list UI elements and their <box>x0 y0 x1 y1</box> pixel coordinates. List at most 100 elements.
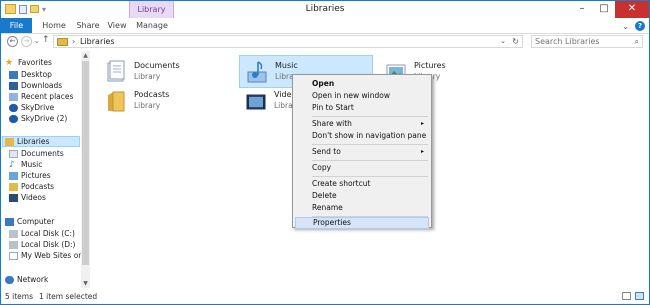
nav-item-skydrive-2[interactable]: SkyDrive (2) <box>9 113 67 124</box>
menu-item-send-to[interactable]: Send to ▸ <box>295 146 429 158</box>
app-folder-icon[interactable] <box>5 4 16 14</box>
nav-item-recent-places[interactable]: Recent places <box>9 91 73 102</box>
menu-item-delete[interactable]: Delete <box>295 190 429 202</box>
menu-item-pin-to-start[interactable]: Pin to Start <box>295 102 429 114</box>
menu-item-create-shortcut[interactable]: Create shortcut <box>295 178 429 190</box>
properties-quick-icon[interactable] <box>19 4 27 14</box>
network-icon <box>5 275 14 284</box>
scroll-up-icon[interactable]: ▲ <box>81 51 90 60</box>
library-type: Library <box>134 72 161 81</box>
address-dropdown-icon[interactable]: ⌄ <box>500 36 506 47</box>
nav-scrollbar[interactable]: ▲ ▼ <box>81 51 90 288</box>
menu-item-open[interactable]: Open <box>295 78 429 90</box>
desktop-icon <box>9 70 18 79</box>
breadcrumb-separator-icon[interactable]: › <box>72 36 75 47</box>
tab-file[interactable]: File <box>1 18 32 33</box>
address-row: ← → ⌄ ↑ › Libraries ⌄ ↻ ⌕ <box>1 34 649 49</box>
expand-ribbon-icon[interactable]: ⌄ <box>622 22 629 31</box>
status-item-count: 5 items <box>5 292 34 301</box>
web-folder-icon <box>9 251 18 260</box>
context-menu: Open Open in new window Pin to Start Sha… <box>292 74 432 229</box>
details-view-icon[interactable] <box>622 292 631 300</box>
videos-library-icon <box>246 94 266 110</box>
up-button[interactable]: ↑ <box>42 35 50 45</box>
nav-item-pictures[interactable]: Pictures <box>9 170 51 181</box>
back-button[interactable]: ← <box>7 36 18 47</box>
libraries-folder-icon <box>57 38 68 46</box>
help-icon[interactable]: ? <box>635 21 645 31</box>
podcasts-icon <box>9 182 18 191</box>
title-bar: ▾ Library Tools Libraries – □ ✕ <box>1 1 649 31</box>
downloads-icon <box>9 81 18 90</box>
breadcrumb-libraries[interactable]: Libraries <box>80 36 115 47</box>
scroll-thumb[interactable] <box>82 61 89 265</box>
minimize-button[interactable]: – <box>571 1 593 18</box>
nav-item-desktop[interactable]: Desktop <box>9 69 52 80</box>
menu-separator <box>312 144 428 145</box>
library-podcasts[interactable]: Podcasts Library <box>99 85 233 118</box>
status-bar: 5 items 1 item selected <box>1 289 649 304</box>
recent-locations-icon[interactable]: ⌄ <box>34 37 40 45</box>
nav-item-local-disk-d[interactable]: Local Disk (D:) <box>9 239 75 250</box>
drive-icon <box>9 240 18 249</box>
search-input[interactable] <box>532 36 627 47</box>
large-icons-view-icon[interactable] <box>635 292 644 300</box>
nav-item-podcasts[interactable]: Podcasts <box>9 181 54 192</box>
view-switcher <box>622 292 644 300</box>
customize-toolbar-icon[interactable]: ▾ <box>42 5 46 14</box>
nav-item-skydrive[interactable]: SkyDrive <box>9 102 54 113</box>
nav-item-network[interactable]: Network <box>5 274 48 285</box>
menu-item-properties[interactable]: Properties <box>295 217 429 229</box>
scroll-down-icon[interactable]: ▼ <box>81 279 90 288</box>
cloud-icon <box>9 103 18 112</box>
library-type: Library <box>134 101 161 110</box>
tab-manage[interactable]: Manage <box>132 18 172 33</box>
address-bar[interactable]: › Libraries ⌄ ↻ <box>53 35 523 48</box>
menu-item-rename[interactable]: Rename <box>295 202 429 214</box>
pictures-icon <box>9 171 18 180</box>
nav-item-favorites[interactable]: ★ Favorites <box>5 57 52 68</box>
search-box[interactable]: ⌕ <box>531 35 643 48</box>
libraries-icon <box>5 137 14 146</box>
library-name: Podcasts <box>134 90 170 99</box>
tab-home[interactable]: Home <box>39 18 69 33</box>
navigation-pane: ★ Favorites Desktop Downloads Recent pla… <box>1 51 93 288</box>
library-name: Documents <box>134 61 180 70</box>
tab-view[interactable]: View <box>104 18 130 33</box>
library-tools-context-tab: Library Tools <box>129 1 174 31</box>
close-button[interactable]: ✕ <box>615 1 649 18</box>
menu-separator <box>312 116 428 117</box>
menu-item-copy[interactable]: Copy <box>295 162 429 174</box>
nav-item-computer[interactable]: Computer <box>5 216 54 227</box>
tab-share[interactable]: Share <box>73 18 103 33</box>
search-icon[interactable]: ⌕ <box>635 36 639 47</box>
computer-icon <box>5 217 14 226</box>
menu-item-open-new-window[interactable]: Open in new window <box>295 90 429 102</box>
new-folder-quick-icon[interactable] <box>30 5 39 13</box>
star-icon: ★ <box>5 57 14 68</box>
forward-button[interactable]: → <box>21 36 32 47</box>
cloud-icon <box>9 114 18 123</box>
explorer-window: ▾ Library Tools Libraries – □ ✕ File Hom… <box>0 0 650 305</box>
library-name: Pictures <box>414 61 446 70</box>
nav-item-videos[interactable]: Videos <box>9 192 46 203</box>
videos-icon <box>9 193 18 202</box>
menu-separator <box>312 160 428 161</box>
menu-item-share-with[interactable]: Share with ▸ <box>295 118 429 130</box>
maximize-button[interactable]: □ <box>593 1 615 18</box>
nav-item-music[interactable]: ♪ Music <box>9 159 42 170</box>
library-name: Music <box>275 61 298 70</box>
status-selection-count: 1 item selected <box>39 292 98 301</box>
drive-icon <box>9 229 18 238</box>
refresh-icon[interactable]: ↻ <box>512 36 519 47</box>
nav-item-downloads[interactable]: Downloads <box>9 80 62 91</box>
nav-item-local-disk-c[interactable]: Local Disk (C:) <box>9 228 75 239</box>
nav-item-libraries[interactable]: Libraries <box>2 136 80 147</box>
submenu-arrow-icon: ▸ <box>420 120 424 127</box>
menu-item-dont-show-in-nav[interactable]: Don't show in navigation pane <box>295 130 429 142</box>
nav-item-documents[interactable]: Documents <box>9 148 64 159</box>
nav-item-my-web-sites[interactable]: My Web Sites on <box>9 250 83 261</box>
recent-places-icon <box>9 92 18 101</box>
music-library-icon <box>247 61 267 83</box>
submenu-arrow-icon: ▸ <box>420 148 424 155</box>
